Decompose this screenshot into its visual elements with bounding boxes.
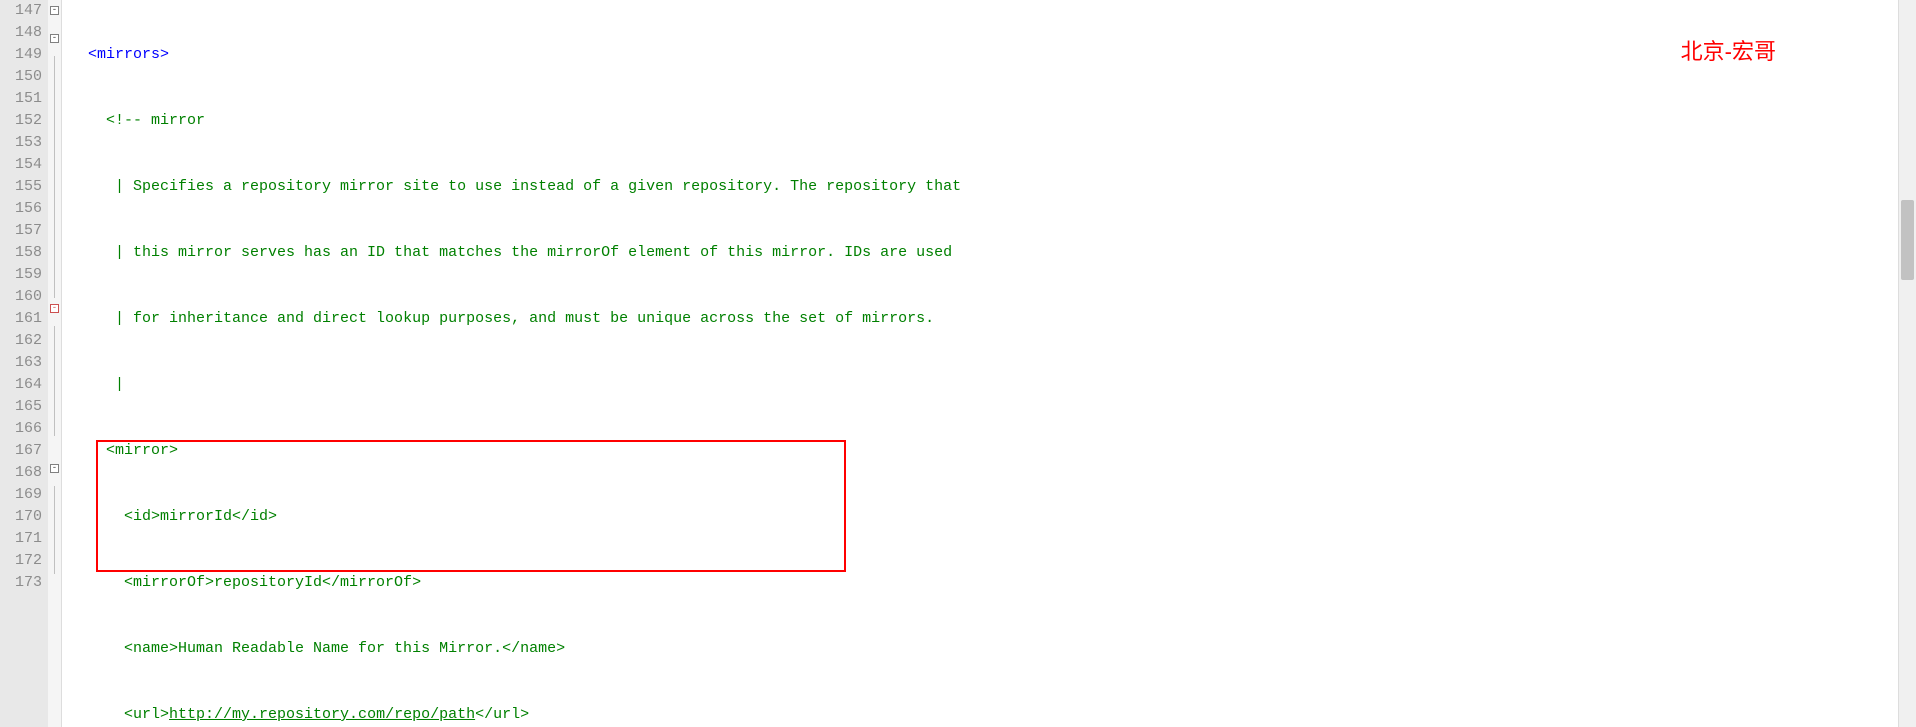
line-number: 163 <box>0 352 42 374</box>
line-number: 151 <box>0 88 42 110</box>
watermark-text: 北京-宏哥 <box>1681 34 1776 66</box>
fold-guide <box>54 326 55 436</box>
line-number-gutter: 147 148 149 150 151 152 153 154 155 156 … <box>0 0 48 727</box>
line-number: 159 <box>0 264 42 286</box>
code-line[interactable]: <mirrorOf>repositoryId</mirrorOf> <box>62 572 1916 594</box>
line-number: 154 <box>0 154 42 176</box>
line-number: 161 <box>0 308 42 330</box>
line-number: 156 <box>0 198 42 220</box>
line-number: 173 <box>0 572 42 594</box>
code-line[interactable]: <!-- mirror <box>62 110 1916 132</box>
scrollbar-thumb[interactable] <box>1901 200 1914 280</box>
line-number: 150 <box>0 66 42 88</box>
line-number: 155 <box>0 176 42 198</box>
code-line[interactable]: | this mirror serves has an ID that matc… <box>62 242 1916 264</box>
code-line[interactable]: <id>mirrorId</id> <box>62 506 1916 528</box>
line-number: 162 <box>0 330 42 352</box>
line-number: 164 <box>0 374 42 396</box>
fold-minus-icon[interactable]: - <box>50 304 59 313</box>
line-number: 160 <box>0 286 42 308</box>
line-number: 153 <box>0 132 42 154</box>
line-number: 147 <box>0 0 42 22</box>
code-line[interactable]: <mirror> <box>62 440 1916 462</box>
line-number: 170 <box>0 506 42 528</box>
line-number: 158 <box>0 242 42 264</box>
url-link[interactable]: http://my.repository.com/repo/path <box>169 706 475 723</box>
code-line[interactable]: | <box>62 374 1916 396</box>
code-line[interactable]: <mirrors> <box>62 44 1916 66</box>
line-number: 169 <box>0 484 42 506</box>
line-number: 149 <box>0 44 42 66</box>
vertical-scrollbar[interactable] <box>1898 0 1916 727</box>
code-line[interactable]: <url>http://my.repository.com/repo/path<… <box>62 704 1916 726</box>
code-line[interactable]: | Specifies a repository mirror site to … <box>62 176 1916 198</box>
code-line[interactable]: <name>Human Readable Name for this Mirro… <box>62 638 1916 660</box>
line-number: 152 <box>0 110 42 132</box>
line-number: 168 <box>0 462 42 484</box>
code-line[interactable]: | for inheritance and direct lookup purp… <box>62 308 1916 330</box>
fold-guide <box>54 486 55 574</box>
line-number: 166 <box>0 418 42 440</box>
line-number: 167 <box>0 440 42 462</box>
line-number: 172 <box>0 550 42 572</box>
line-number: 157 <box>0 220 42 242</box>
line-number: 165 <box>0 396 42 418</box>
code-area[interactable]: <mirrors> <!-- mirror | Specifies a repo… <box>62 0 1916 727</box>
fold-minus-icon[interactable]: - <box>50 6 59 15</box>
fold-gutter[interactable]: - - - - <box>48 0 62 727</box>
fold-minus-icon[interactable]: - <box>50 464 59 473</box>
fold-minus-icon[interactable]: - <box>50 34 59 43</box>
line-number: 148 <box>0 22 42 44</box>
line-number: 171 <box>0 528 42 550</box>
fold-guide <box>54 56 55 298</box>
code-editor[interactable]: 147 148 149 150 151 152 153 154 155 156 … <box>0 0 1916 727</box>
